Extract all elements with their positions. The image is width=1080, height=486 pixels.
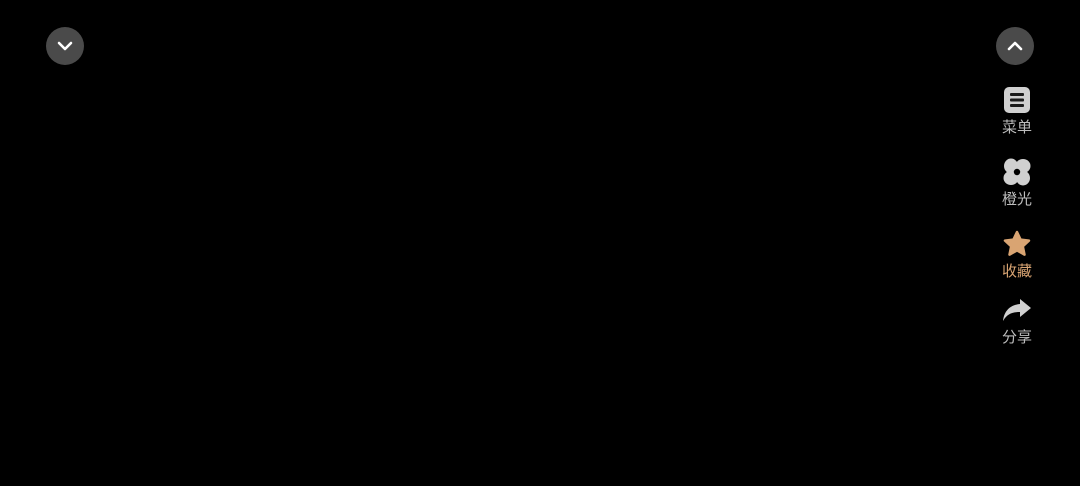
collapse-button[interactable] [46, 27, 84, 65]
chevron-down-icon [57, 41, 73, 51]
share-arrow-icon [1001, 294, 1033, 326]
star-icon [1001, 228, 1033, 260]
pinwheel-logo-icon [1001, 156, 1033, 188]
share-button[interactable]: 分享 [990, 294, 1044, 346]
menu-button[interactable]: 菜单 [990, 84, 1044, 136]
favorite-label: 收藏 [1001, 262, 1032, 280]
menu-list-icon [1001, 84, 1033, 116]
expand-button[interactable] [996, 27, 1034, 65]
chevron-up-icon [1007, 41, 1023, 51]
menu-label: 菜单 [1001, 118, 1032, 136]
share-label: 分享 [1001, 328, 1032, 346]
orange-light-button[interactable]: 橙光 [990, 156, 1044, 208]
game-screen[interactable]: 菜单 橙光 收藏 分享 [0, 0, 1080, 486]
orange-light-label: 橙光 [1001, 190, 1032, 208]
favorite-button[interactable]: 收藏 [990, 228, 1044, 280]
